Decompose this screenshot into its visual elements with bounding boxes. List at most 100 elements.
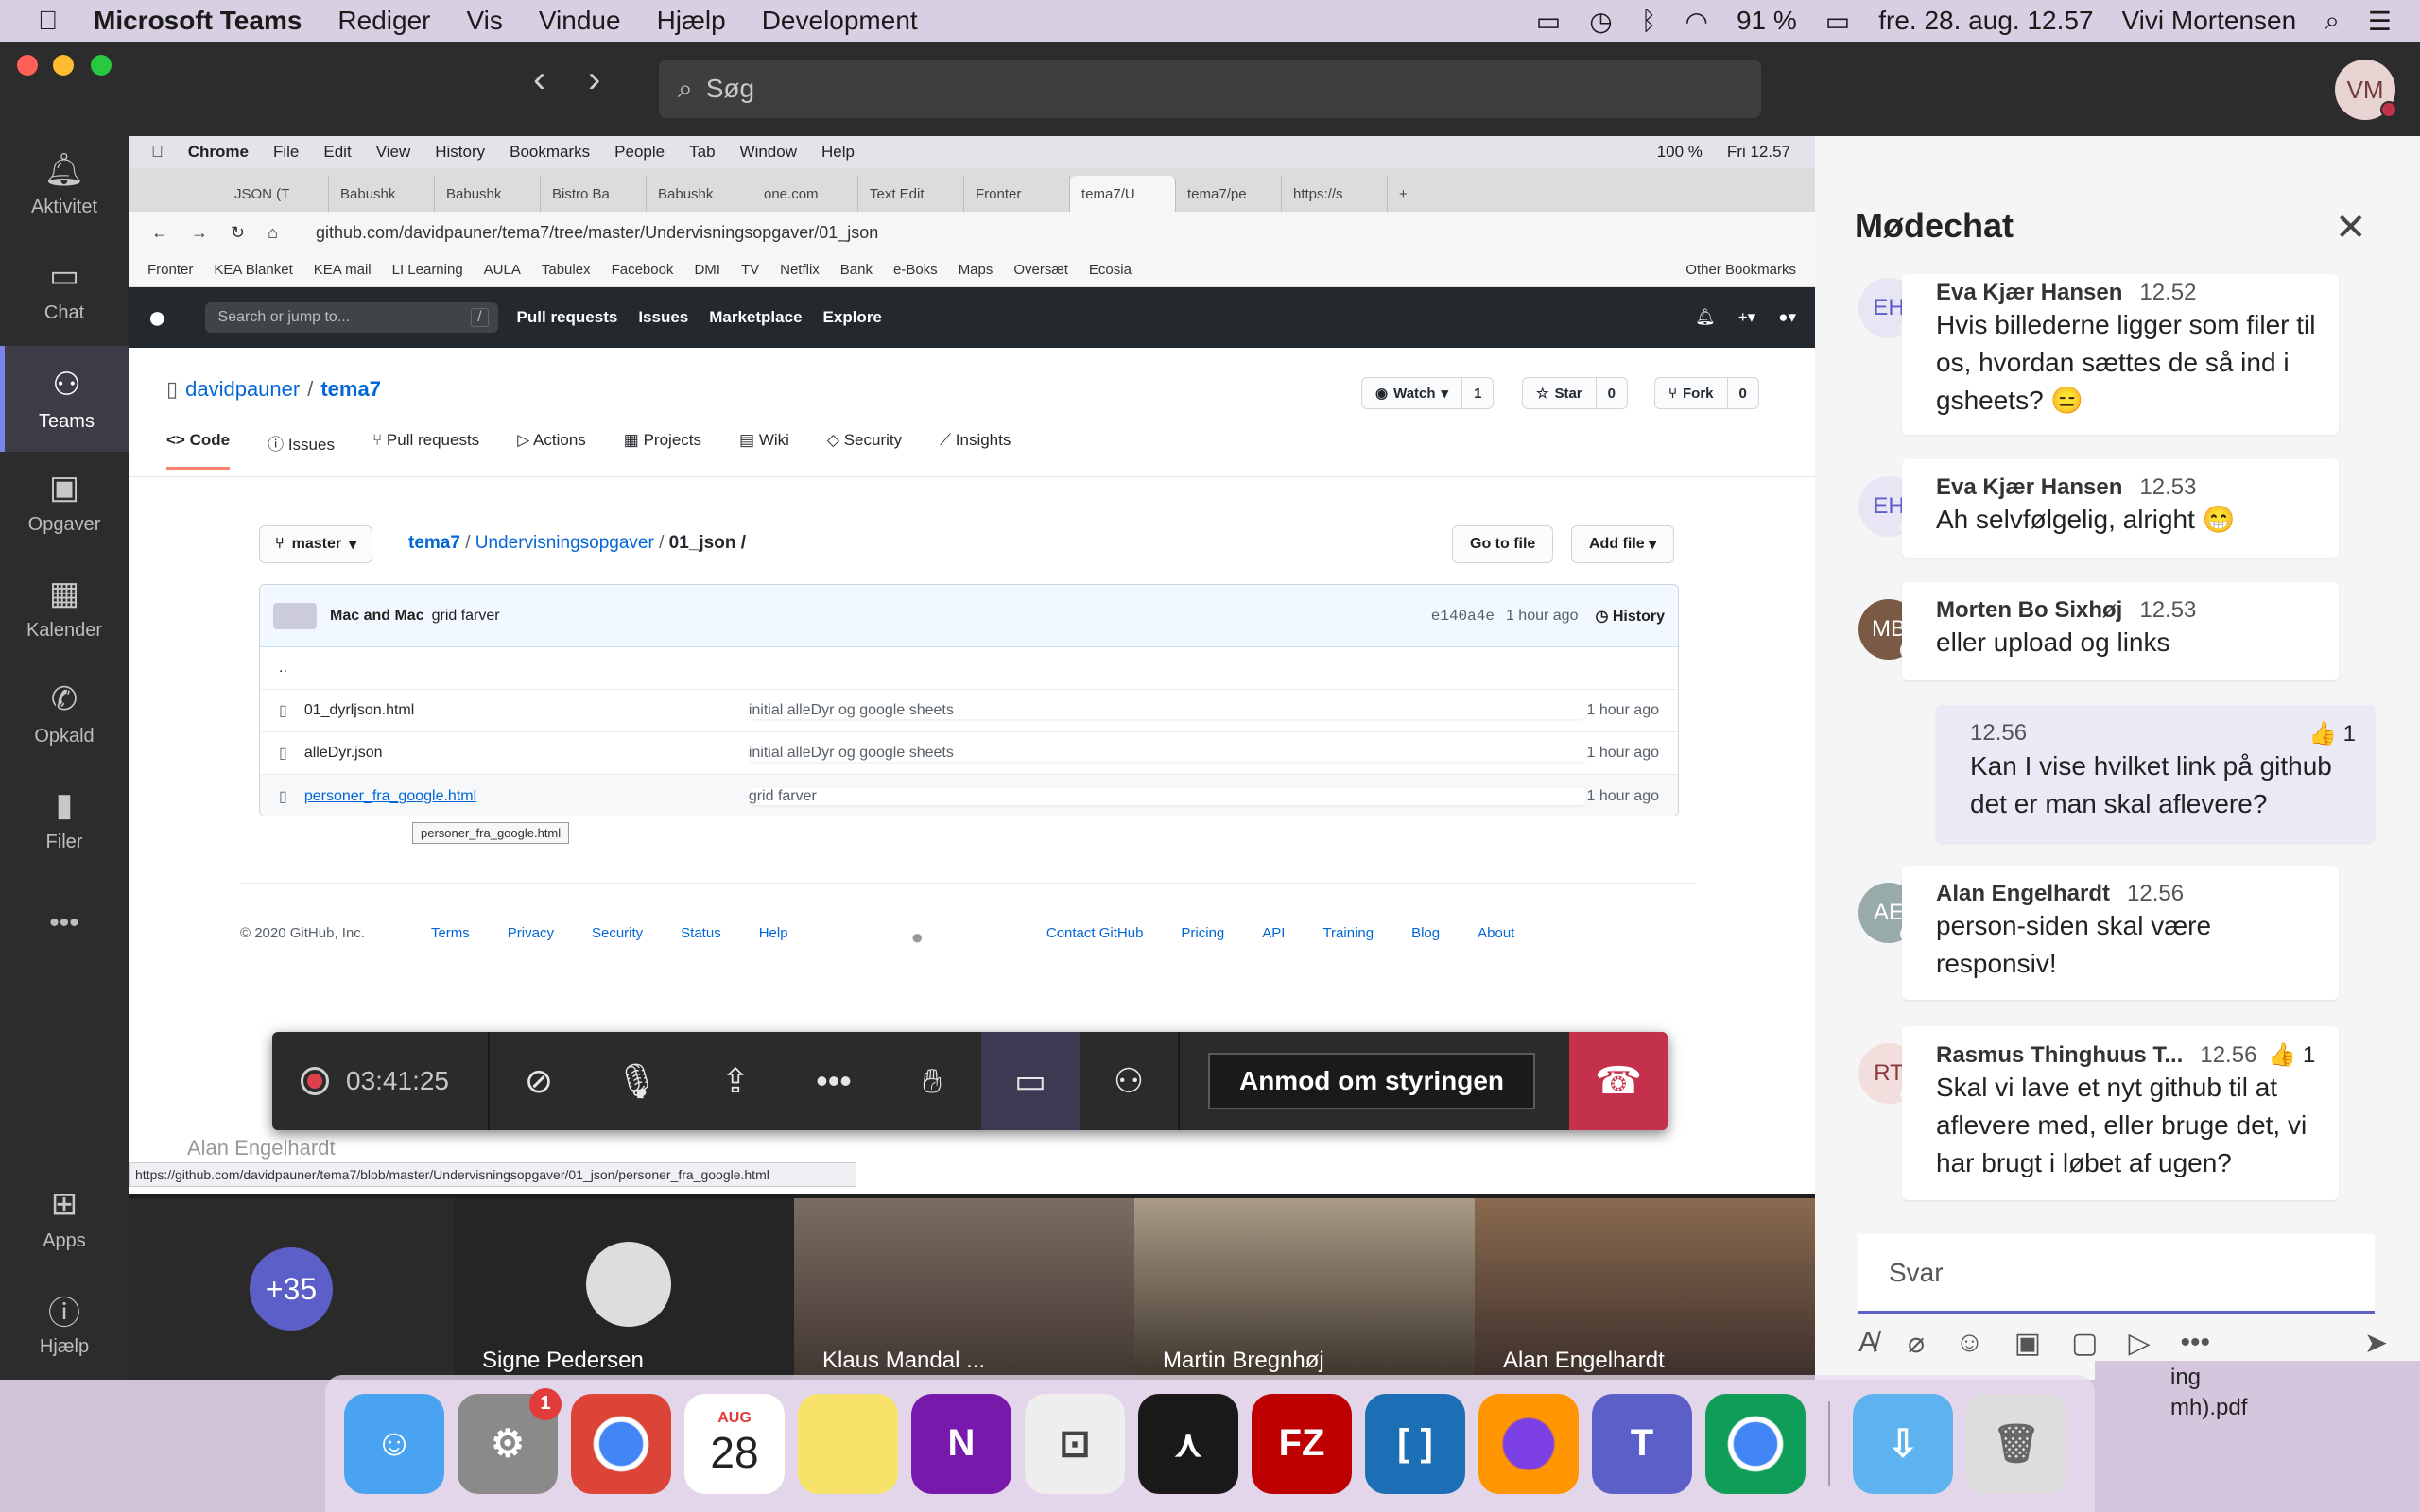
avatar[interactable]: VM [2335,60,2397,120]
reply-input[interactable]: Svar [1858,1234,2375,1314]
rail-more-button[interactable]: ••• [0,907,129,939]
trash-icon[interactable]: 🗑︎ [1966,1393,2066,1494]
forward-arrow-icon[interactable]: › [588,59,600,101]
video-tile[interactable]: Martin Bregnhøj [1134,1198,1475,1380]
back-arrow-icon[interactable]: ‹ [533,59,545,101]
zoom-window-button[interactable] [91,55,112,76]
footer-link: Blog [1411,925,1441,941]
spotlight-icon[interactable]: ⌕ [2325,6,2340,37]
mac-dock: ☺ ⚙ 1 AUG 28 N ⊡ ⋏ FZ [ ] T ⇩ 🗑︎ [325,1375,2095,1512]
bookmark: Fronter [147,262,194,278]
gif-icon[interactable]: ▣ [2014,1327,2041,1360]
battery-icon[interactable]: ▭ [1825,6,1850,37]
menu-item[interactable]: Vindue [539,6,621,36]
more-options-icon[interactable]: ••• [2181,1327,2211,1360]
hang-up-button[interactable]: ☎ [1569,1032,1668,1130]
footer-link: About [1478,925,1515,941]
rail-item-activity[interactable]: 🔔︎ Aktivitet [0,151,129,236]
onenote-icon[interactable]: N [911,1393,1011,1494]
chrome-icon[interactable] [1705,1393,1806,1494]
show-chat-button[interactable]: ▭ [981,1032,1080,1130]
chat-message: Morten Bo Sixhøj 12.53 eller upload og li… [1902,582,2339,680]
camera-off-button[interactable]: ⊘ [490,1032,588,1130]
rail-item-teams[interactable]: ⚇ Teams [0,346,129,452]
menu-item[interactable]: Vis [466,6,502,36]
commit-message: grid farver [431,607,500,624]
system-preferences-icon[interactable]: ⚙ 1 [458,1387,562,1494]
rail-item-calendar[interactable]: ▦ Kalender [0,575,129,660]
minimize-window-button[interactable] [53,55,74,76]
brackets-icon[interactable]: [ ] [1365,1393,1465,1494]
menu-item[interactable]: Development [762,6,918,36]
more-participants-count: +35 [250,1247,333,1331]
reaction-count[interactable]: 👍 1 [2268,1041,2315,1069]
send-icon[interactable]: ➤ [2364,1327,2388,1360]
meet-now-icon[interactable]: ▷ [2128,1327,2150,1360]
menu-app-name[interactable]: Microsoft Teams [94,6,302,36]
attach-icon[interactable]: ⌀ [1908,1327,1925,1360]
acrobat-icon[interactable]: ⋏ [1138,1393,1238,1494]
bookmark: KEA mail [313,262,372,278]
wifi-icon[interactable]: ◠ [1685,6,1708,37]
bluetooth-icon[interactable]: ᛒ [1641,6,1657,36]
call-controls: 03:41:25 ⊘ 🎙︎ ⇪ ••• ✋︎ ▭ ⚇ Anmod om styr… [272,1032,1668,1130]
menu-item[interactable]: Hjælp [657,6,726,36]
menu-item[interactable]: Rediger [337,6,430,36]
mute-button[interactable]: 🎙︎ [588,1032,686,1130]
close-icon[interactable]: ✕ [2335,206,2367,249]
bookmark: AULA [483,262,521,278]
more-actions-button[interactable]: ••• [785,1032,883,1130]
rail-item-apps[interactable]: ⊞ Apps [0,1185,129,1270]
calendar-day: 28 [710,1427,759,1477]
star-count: 0 [1607,385,1616,402]
repo-title: ▯ davidpauner / tema7 [166,377,381,401]
participants-button[interactable]: ⚇ [1080,1032,1178,1130]
avatar-initials: MB [1872,616,1906,642]
divider [129,476,1815,477]
browser-tab: Bistro Ba [541,176,647,212]
video-tile[interactable]: Alan Engelhardt [1475,1198,1815,1380]
clock[interactable]: fre. 28. aug. 12.57 [1878,6,2093,36]
chrome-icon[interactable] [571,1393,671,1494]
filezilla-icon[interactable]: FZ [1252,1393,1352,1494]
firefox-icon[interactable] [1478,1393,1579,1494]
file-name: alleDyr.json [303,745,383,761]
camera-off-icon: ⊘ [524,1061,554,1100]
file-list: Mac and Mac grid farver e140a4e 1 hour a… [259,584,1679,816]
rail-item-calls[interactable]: ✆ Opkald [0,680,129,765]
desktop-file-label: mh).pdf [2170,1395,2248,1420]
reaction-count[interactable]: 👍 1 [2308,720,2356,747]
notes-icon[interactable] [798,1393,898,1494]
video-tile[interactable]: Klaus Mandal ... [794,1198,1134,1380]
share-button[interactable]: ⇪ [686,1032,785,1130]
rail-item-tasks[interactable]: ▣ Opgaver [0,469,129,554]
avatar-initials: EH [1873,493,1905,519]
downloads-icon[interactable]: ⇩ [1853,1393,1953,1494]
rail-item-files[interactable]: ▮ Filer [0,786,129,871]
calendar-icon[interactable]: AUG 28 [684,1393,785,1494]
battery-status[interactable]: 91 % [1737,6,1797,36]
airplay-icon[interactable]: ▭ [1536,6,1561,37]
apple-icon[interactable]:  [38,6,58,36]
teams-search-input[interactable]: ⌕ Søg [659,60,1761,118]
raise-hand-button[interactable]: ✋︎ [883,1032,981,1130]
bookmark: Tabulex [541,262,591,278]
time-machine-icon[interactable]: ◷ [1589,6,1612,37]
more-icon: ••• [816,1061,852,1100]
finder-icon[interactable]: ☺ [344,1393,444,1494]
rail-item-chat[interactable]: ▭ Chat [0,257,129,342]
more-participants-tile[interactable]: +35 [129,1198,454,1380]
request-control-button[interactable]: Anmod om styringen [1208,1053,1535,1109]
teams-icon[interactable]: T [1592,1393,1692,1494]
user-name[interactable]: Vivi Mortensen [2122,6,2297,36]
format-icon[interactable]: A̸ [1858,1327,1877,1360]
close-window-button[interactable] [17,55,38,76]
sticker-icon[interactable]: ▢ [2071,1327,2098,1360]
rail-label: Apps [43,1230,86,1251]
control-center-icon[interactable]: ☰ [2368,6,2392,37]
emoji-icon[interactable]: ☺ [1955,1327,1984,1360]
add-file-button: Add file ▾ [1571,525,1675,563]
rail-item-help[interactable]: ⓘ Hjælp [0,1291,129,1376]
video-tile[interactable]: Signe Pedersen [454,1198,794,1380]
screenshot-icon[interactable]: ⊡ [1025,1393,1125,1494]
